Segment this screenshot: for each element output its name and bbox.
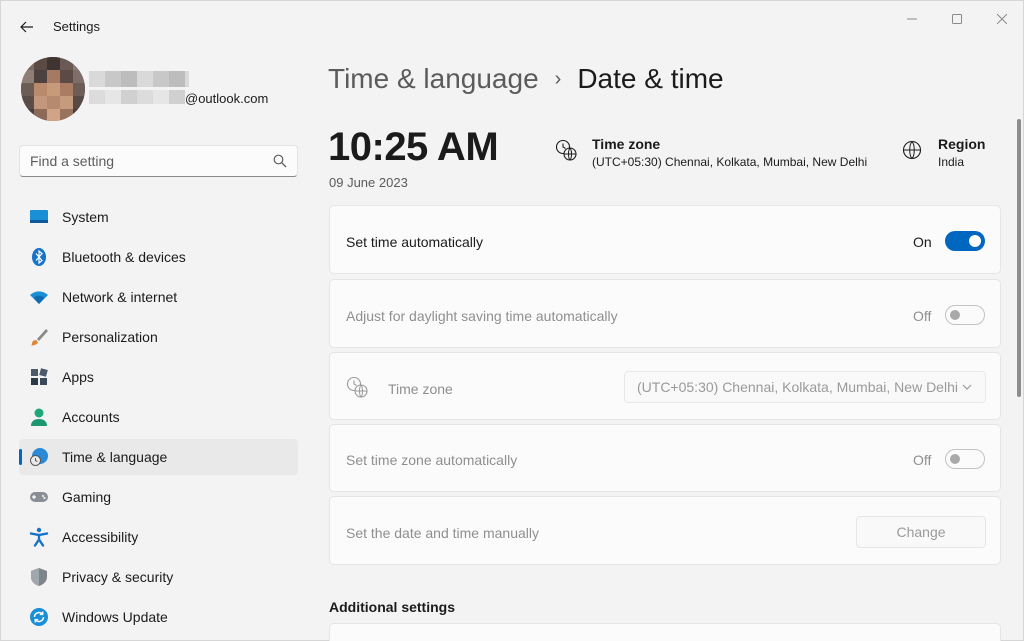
set-time-zone-automatically-toggle[interactable] bbox=[945, 449, 985, 469]
sidebar-item-label: Network & internet bbox=[62, 289, 178, 305]
timezone-clock-icon bbox=[346, 376, 368, 398]
sidebar-item-system[interactable]: System bbox=[19, 199, 298, 235]
app-title: Settings bbox=[53, 19, 100, 34]
daylight-saving-label: Adjust for daylight saving time automati… bbox=[346, 308, 618, 324]
sidebar-item-label: Apps bbox=[62, 369, 94, 385]
timezone-value: (UTC+05:30) Chennai, Kolkata, Mumbai, Ne… bbox=[592, 155, 868, 169]
sidebar-item-label: Accounts bbox=[62, 409, 120, 425]
title-bar: Settings bbox=[1, 1, 1023, 49]
system-icon bbox=[29, 207, 49, 227]
sidebar-item-label: Time & language bbox=[62, 449, 168, 465]
sidebar-item-label: System bbox=[62, 209, 109, 225]
shield-icon bbox=[29, 567, 49, 587]
time-zone-label: Time zone bbox=[388, 381, 453, 397]
accounts-icon bbox=[29, 407, 49, 427]
time-zone-selected-value: (UTC+05:30) Chennai, Kolkata, Mumbai, Ne… bbox=[637, 379, 958, 395]
maximize-button[interactable] bbox=[934, 7, 980, 31]
set-time-zone-automatically-card: Set time zone automatically Off bbox=[329, 424, 1001, 492]
settings-window: Settings @outlook.com Find a setting Sys… bbox=[0, 0, 1024, 641]
minimize-icon bbox=[907, 18, 917, 20]
change-button[interactable]: Change bbox=[856, 516, 986, 548]
region-value: India bbox=[938, 155, 965, 169]
sidebar-item-gaming[interactable]: Gaming bbox=[19, 479, 298, 515]
sidebar-item-network[interactable]: Network & internet bbox=[19, 279, 298, 315]
sidebar-item-label: Accessibility bbox=[62, 529, 139, 545]
time-zone-dropdown[interactable]: (UTC+05:30) Chennai, Kolkata, Mumbai, Ne… bbox=[624, 371, 986, 403]
wifi-icon bbox=[29, 287, 49, 307]
set-time-zone-automatically-label: Set time zone automatically bbox=[346, 452, 518, 468]
user-email-redacted bbox=[89, 90, 185, 104]
search-input[interactable] bbox=[30, 152, 260, 170]
set-date-time-manually-label: Set the date and time manually bbox=[346, 525, 540, 541]
bluetooth-icon bbox=[29, 247, 49, 267]
timezone-globe-icon bbox=[555, 139, 577, 161]
back-arrow-icon bbox=[20, 21, 33, 33]
sidebar-item-label: Bluetooth & devices bbox=[62, 249, 186, 265]
chevron-down-icon bbox=[962, 384, 972, 390]
time-zone-card: Time zone (UTC+05:30) Chennai, Kolkata, … bbox=[329, 352, 1001, 420]
current-time: 10:25 AM bbox=[328, 125, 499, 169]
set-time-automatically-toggle[interactable] bbox=[945, 231, 985, 251]
set-time-automatically-state: On bbox=[913, 234, 932, 250]
sidebar-item-bluetooth[interactable]: Bluetooth & devices bbox=[19, 239, 298, 275]
set-date-time-manually-card: Set the date and time manually Change bbox=[329, 496, 1001, 565]
daylight-saving-state: Off bbox=[913, 308, 932, 324]
set-time-zone-automatically-state: Off bbox=[913, 452, 932, 468]
additional-settings-heading: Additional settings bbox=[329, 599, 455, 615]
close-icon bbox=[997, 14, 1007, 24]
minimize-button[interactable] bbox=[889, 7, 935, 31]
sidebar-item-personalization[interactable]: Personalization bbox=[19, 319, 298, 355]
sidebar-item-label: Gaming bbox=[62, 489, 112, 505]
maximize-icon bbox=[952, 14, 962, 24]
daylight-saving-card: Adjust for daylight saving time automati… bbox=[329, 279, 1001, 348]
sidebar-item-label: Privacy & security bbox=[62, 569, 174, 585]
sidebar-item-apps[interactable]: Apps bbox=[19, 359, 298, 395]
region-title: Region bbox=[938, 136, 986, 152]
additional-settings-card[interactable] bbox=[329, 623, 1001, 641]
breadcrumb-separator: › bbox=[554, 67, 562, 90]
globe-icon bbox=[902, 140, 922, 160]
sidebar-item-time-language[interactable]: Time & language bbox=[19, 439, 298, 475]
timezone-info: Time zone (UTC+05:30) Chennai, Kolkata, … bbox=[555, 135, 875, 175]
sidebar-nav: System Bluetooth & devices Network & int… bbox=[19, 199, 298, 639]
back-button[interactable] bbox=[15, 15, 39, 39]
set-time-automatically-label: Set time automatically bbox=[346, 234, 483, 250]
sidebar-item-label: Personalization bbox=[62, 329, 158, 345]
timezone-title: Time zone bbox=[592, 136, 661, 152]
brush-icon bbox=[29, 327, 49, 347]
breadcrumb: Time & language › Date & time bbox=[328, 59, 724, 99]
sidebar-item-accessibility[interactable]: Accessibility bbox=[19, 519, 298, 555]
time-language-icon bbox=[29, 447, 49, 467]
scrollbar[interactable] bbox=[1017, 119, 1021, 397]
apps-icon bbox=[29, 367, 49, 387]
user-name-redacted bbox=[89, 71, 189, 87]
sidebar-item-label: Windows Update bbox=[62, 609, 168, 625]
sidebar-item-accounts[interactable]: Accounts bbox=[19, 399, 298, 435]
user-email: @outlook.com bbox=[185, 91, 269, 106]
sidebar-item-windows-update[interactable]: Windows Update bbox=[19, 599, 298, 635]
region-info: Region India bbox=[901, 135, 1001, 175]
search-box[interactable] bbox=[19, 145, 298, 177]
gamepad-icon bbox=[29, 487, 49, 507]
page-title: Date & time bbox=[577, 63, 724, 94]
sidebar-item-privacy[interactable]: Privacy & security bbox=[19, 559, 298, 595]
avatar[interactable] bbox=[21, 57, 85, 121]
current-date: 09 June 2023 bbox=[329, 175, 408, 190]
accessibility-icon bbox=[29, 527, 49, 547]
update-icon bbox=[29, 607, 49, 627]
search-icon[interactable] bbox=[273, 154, 287, 168]
close-button[interactable] bbox=[979, 7, 1024, 31]
breadcrumb-parent[interactable]: Time & language bbox=[328, 63, 539, 95]
set-time-automatically-card: Set time automatically On bbox=[329, 205, 1001, 274]
daylight-saving-toggle[interactable] bbox=[945, 305, 985, 325]
